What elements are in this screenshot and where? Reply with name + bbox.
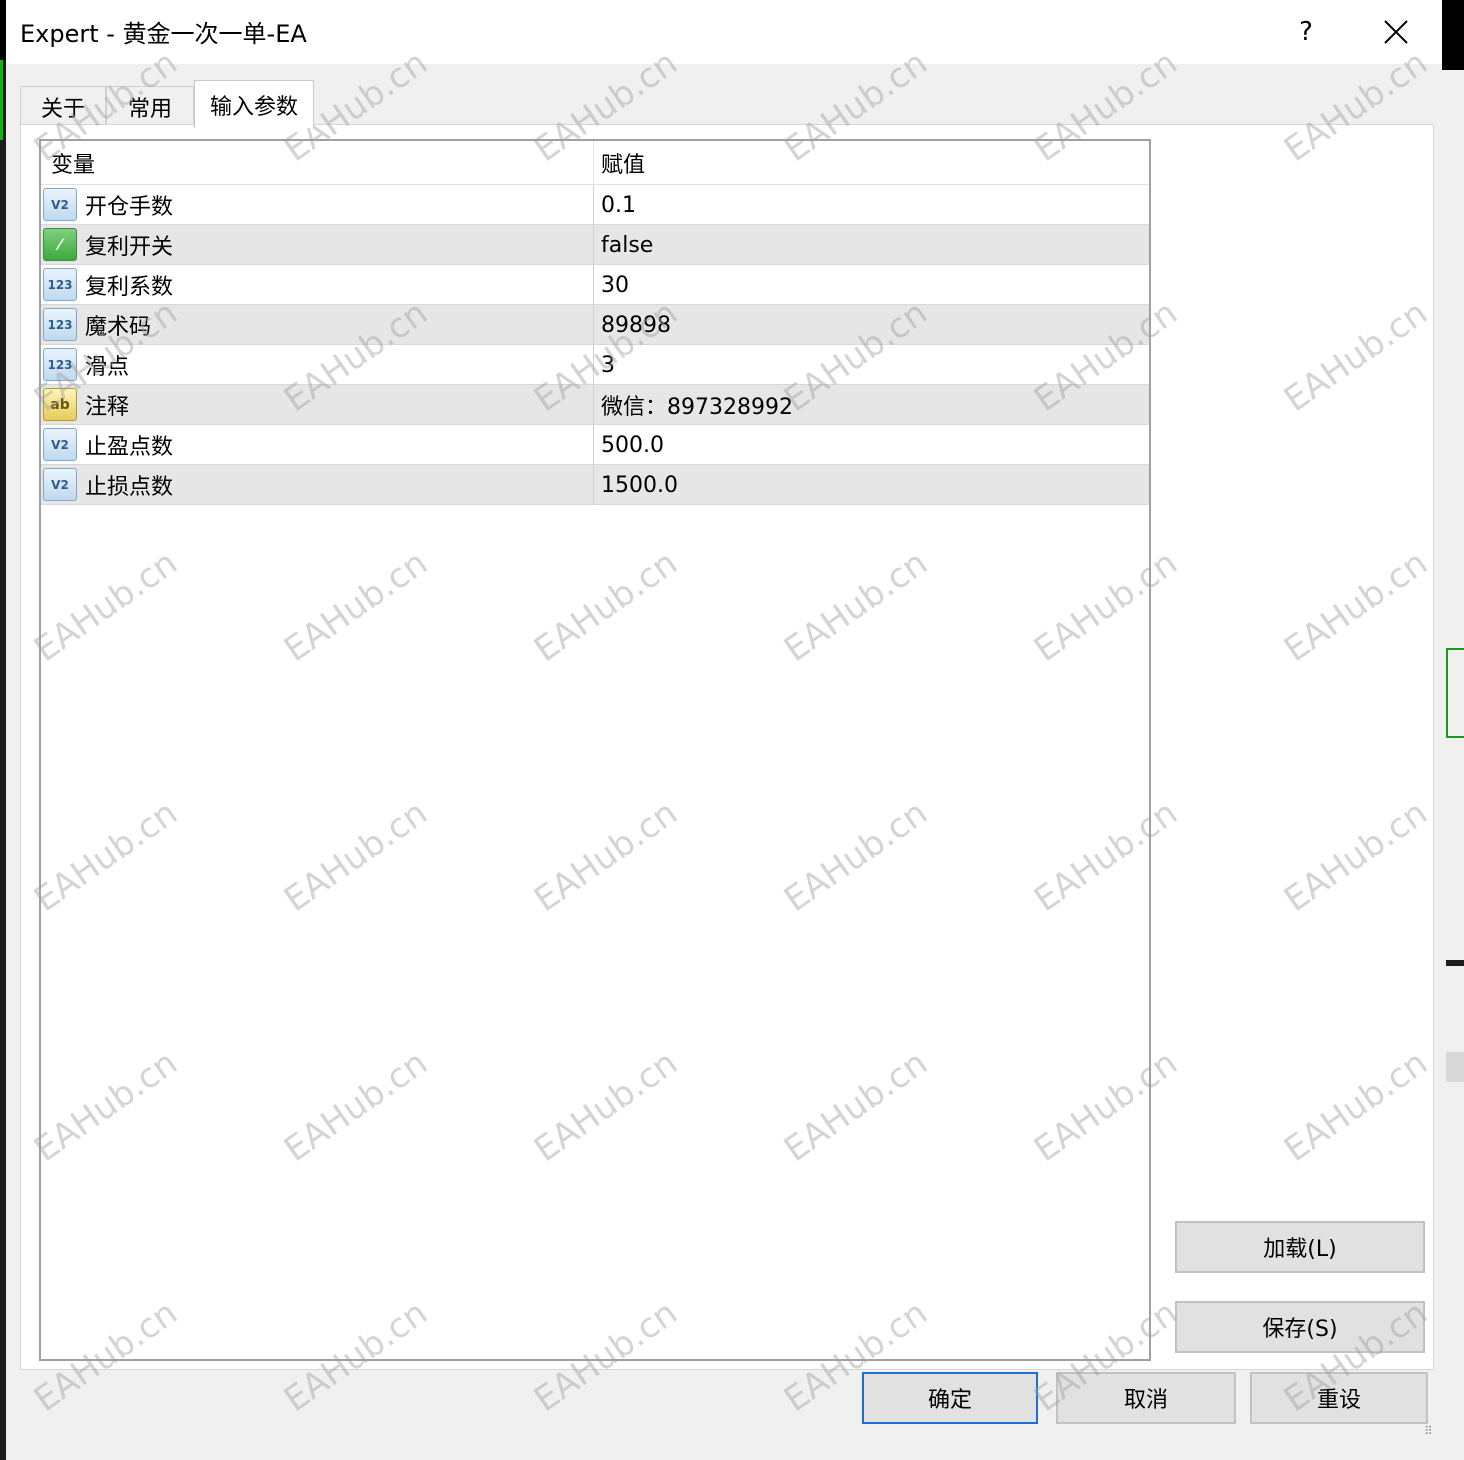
parameter-name: 止盈点数: [85, 435, 174, 460]
double-icon: V2: [43, 188, 77, 221]
parameter-value[interactable]: 500.0: [601, 425, 664, 465]
column-header-value[interactable]: 赋值: [601, 141, 645, 185]
parameter-value[interactable]: 30: [601, 265, 629, 305]
cell-divider: [593, 265, 594, 305]
window-title: Expert - 黄金一次一单-EA: [20, 20, 307, 48]
int-icon: 123: [43, 348, 77, 381]
cell-divider: [593, 305, 594, 345]
background-chart-line: [0, 60, 3, 140]
column-divider[interactable]: [593, 141, 594, 185]
cell-divider: [593, 225, 594, 265]
inputs-tab-panel: 变量 赋值 V2 开仓手数 0.1 ⁄ 复利开关 false 123 复利系数 30 123 魔术码…: [20, 124, 1434, 1370]
background-chart-edge: [1446, 1052, 1464, 1082]
double-icon: V2: [43, 428, 77, 461]
parameter-value[interactable]: 89898: [601, 305, 671, 345]
parameter-name: 滑点: [85, 355, 130, 380]
parameter-row[interactable]: ab 注释 微信：897328992: [41, 385, 1149, 425]
parameters-grid: 变量 赋值 V2 开仓手数 0.1 ⁄ 复利开关 false 123 复利系数 30 123 魔术码…: [39, 139, 1151, 1361]
tab-about[interactable]: 关于: [20, 86, 106, 126]
load-button[interactable]: 加载(L): [1175, 1221, 1425, 1273]
tab-common[interactable]: 常用: [106, 86, 194, 126]
int-icon: 123: [43, 268, 77, 301]
parameter-name: 魔术码: [85, 315, 152, 340]
parameter-value[interactable]: 3: [601, 345, 615, 385]
parameter-row[interactable]: V2 开仓手数 0.1: [41, 185, 1149, 225]
help-button[interactable]: ?: [1276, 4, 1336, 60]
ok-button[interactable]: 确定: [862, 1372, 1038, 1424]
column-header-variable[interactable]: 变量: [51, 141, 95, 185]
title-bar: Expert - 黄金一次一单-EA ?: [6, 0, 1442, 64]
parameter-value[interactable]: 1500.0: [601, 465, 678, 505]
double-icon: V2: [43, 468, 77, 501]
parameter-name: 注释: [85, 395, 130, 420]
int-icon: 123: [43, 308, 77, 341]
cell-divider: [593, 465, 594, 505]
parameter-value[interactable]: false: [601, 225, 653, 265]
expert-properties-dialog: Expert - 黄金一次一单-EA ? 关于 常用 输入参数 变量 赋值 V2…: [6, 0, 1442, 1460]
cancel-button[interactable]: 取消: [1056, 1372, 1236, 1424]
cell-divider: [593, 425, 594, 465]
cell-divider: [593, 185, 594, 225]
parameter-value[interactable]: 0.1: [601, 185, 636, 225]
parameter-name: 复利系数: [85, 275, 174, 300]
close-icon: [1384, 20, 1408, 44]
parameter-row[interactable]: ⁄ 复利开关 false: [41, 225, 1149, 265]
close-button[interactable]: [1366, 4, 1426, 60]
cell-divider: [593, 345, 594, 385]
bool-icon: ⁄: [43, 228, 77, 261]
parameter-name: 止损点数: [85, 475, 174, 500]
parameter-name: 开仓手数: [85, 195, 174, 220]
background-chart-line: [1446, 648, 1464, 738]
background-chart-edge: [1446, 960, 1464, 966]
dialog-footer: 确定 取消 重设 ⠿: [6, 1372, 1442, 1460]
string-icon: ab: [43, 388, 77, 421]
tab-inputs[interactable]: 输入参数: [194, 80, 314, 128]
reset-button[interactable]: 重设: [1250, 1372, 1428, 1424]
parameter-value[interactable]: 微信：897328992: [601, 385, 793, 425]
parameter-row[interactable]: 123 复利系数 30: [41, 265, 1149, 305]
parameter-row[interactable]: 123 滑点 3: [41, 345, 1149, 385]
save-button[interactable]: 保存(S): [1175, 1301, 1425, 1353]
parameter-name: 复利开关: [85, 235, 174, 260]
grid-header: 变量 赋值: [41, 141, 1149, 185]
parameter-row[interactable]: 123 魔术码 89898: [41, 305, 1149, 345]
background-chart-edge: [1442, 0, 1464, 70]
resize-grip-icon[interactable]: ⠿: [1424, 1425, 1438, 1442]
parameter-row[interactable]: V2 止盈点数 500.0: [41, 425, 1149, 465]
cell-divider: [593, 385, 594, 425]
parameter-row[interactable]: V2 止损点数 1500.0: [41, 465, 1149, 505]
